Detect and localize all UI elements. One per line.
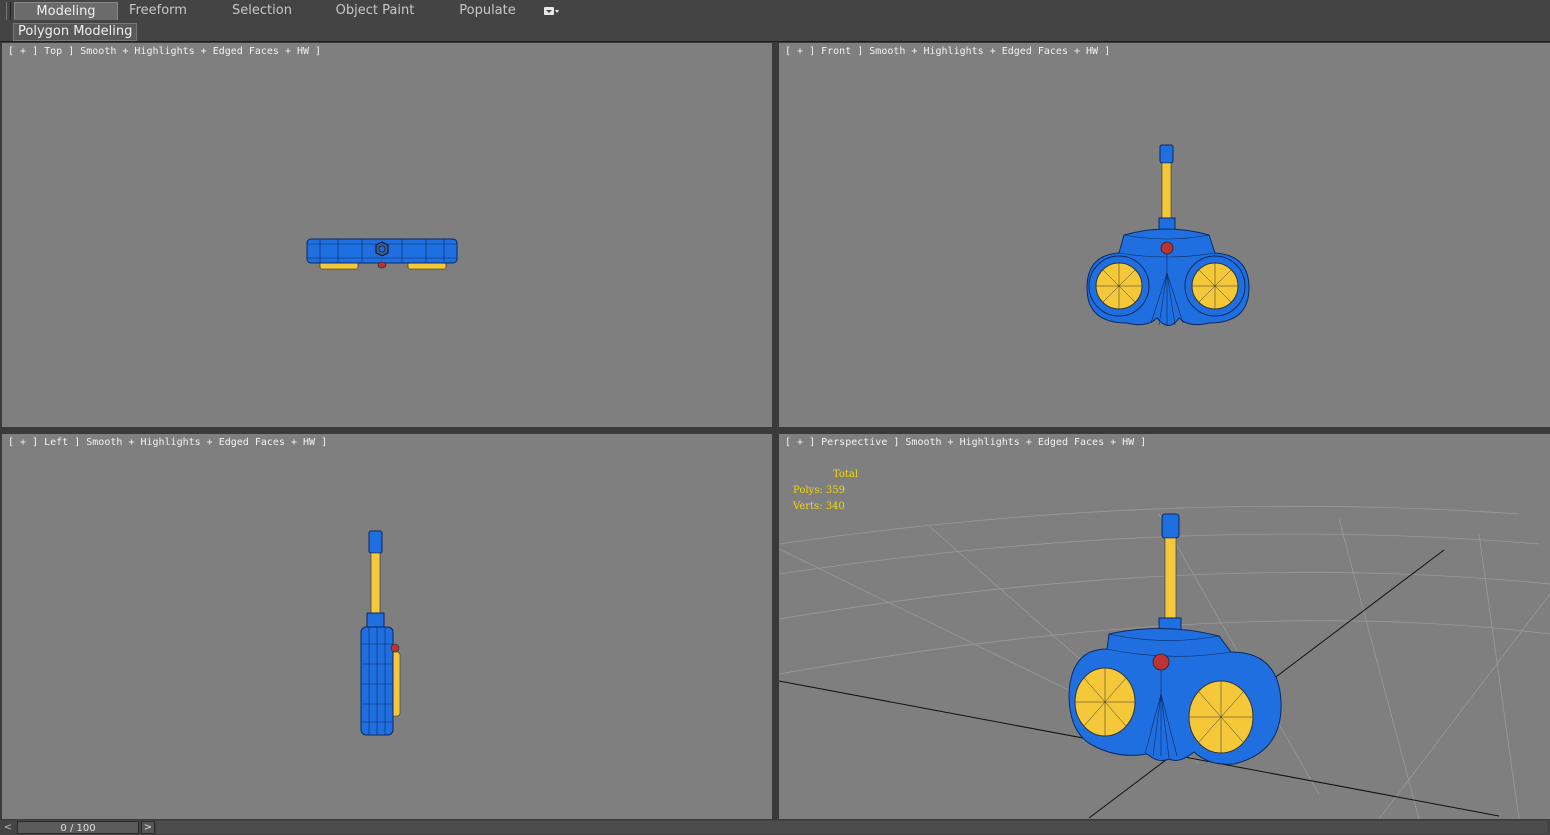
viewport-left[interactable]: [ + ] Left ] Smooth + Highlights + Edged… [2,434,772,819]
stats-verts: Verts: 340 [793,501,845,512]
viewport-perspective[interactable]: [ + ] Perspective ] Smooth + Highlights … [779,434,1550,819]
tab-modeling[interactable]: Modeling [14,2,118,20]
timeline-track[interactable] [157,821,1547,834]
perspective-view-model [779,505,1550,819]
ribbon-grip[interactable] [6,2,11,20]
time-slider[interactable]: 0 / 100 [17,821,139,834]
timeline: < 0 / 100 > [0,820,1550,835]
stats-total-header: Total [833,469,859,480]
timeline-prev-button[interactable]: < [2,821,14,834]
polygon-modeling-panel[interactable]: Polygon Modeling [13,23,138,41]
front-view-model [1086,144,1250,326]
tab-populate[interactable]: Populate [450,2,525,20]
tab-freeform[interactable]: Freeform [118,2,198,20]
top-view-model [306,238,458,270]
tab-object-paint[interactable]: Object Paint [330,2,420,20]
stats-polys: Polys: 359 [793,485,845,496]
ribbon-options-dropdown-icon[interactable] [543,6,559,16]
ribbon: Modeling Freeform Selection Object Paint… [0,0,1550,23]
scene-statistics: Total Polys: 359 Verts: 340 [793,467,858,515]
tab-selection[interactable]: Selection [222,2,302,20]
timeline-next-button[interactable]: > [141,821,155,834]
viewport-front[interactable]: [ + ] Front ] Smooth + Highlights + Edge… [779,43,1550,427]
left-view-model [360,530,401,736]
ribbon-panel-bar: Polygon Modeling [0,22,1550,42]
viewport-top[interactable]: [ + ] Top ] Smooth + Highlights + Edged … [2,43,772,427]
